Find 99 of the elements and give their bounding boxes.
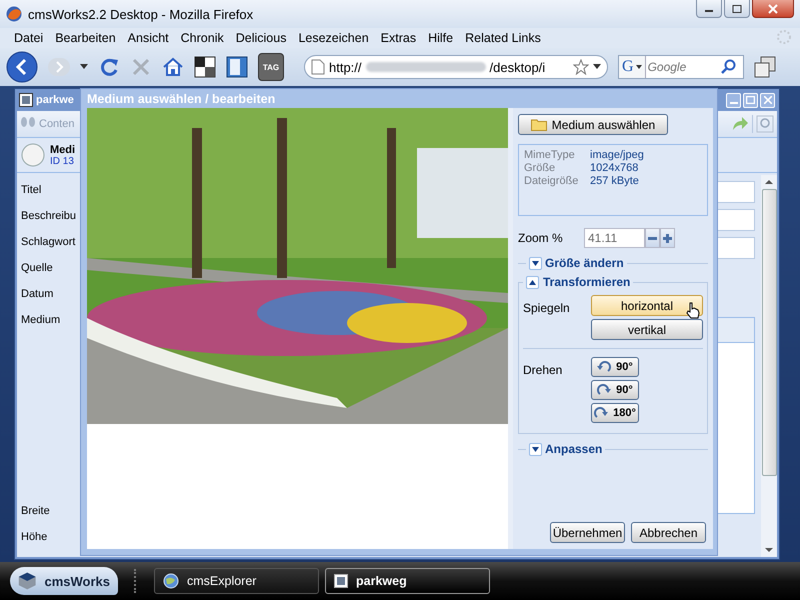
dialog-button[interactable]: Übernehmen (550, 522, 625, 543)
menu-item[interactable]: Bearbeiten (49, 31, 122, 45)
input-field[interactable] (717, 209, 755, 231)
rotate-right-icon (597, 384, 612, 396)
mirror-button[interactable]: vertikal (591, 319, 703, 340)
reload-icon[interactable] (98, 56, 120, 78)
caret-icon[interactable] (593, 64, 601, 70)
select-medium-button[interactable]: Medium auswählen (518, 114, 668, 135)
menu-item[interactable]: Hilfe (422, 31, 460, 45)
caret-icon[interactable] (80, 64, 88, 70)
down-arrow-icon (532, 446, 539, 452)
scroll-down-icon[interactable] (765, 547, 773, 553)
maximize-icon (732, 4, 742, 12)
group-label: Drehen (523, 362, 564, 379)
mirror-button[interactable]: horizontal (591, 295, 703, 316)
bookmark-icon[interactable] (226, 56, 248, 78)
info-label: MimeType (524, 149, 576, 161)
menu-item[interactable]: Lesezeichen (292, 31, 375, 45)
section-title: Größe ändern (545, 256, 624, 270)
home-icon[interactable] (162, 56, 184, 78)
url-text: http:// (329, 60, 362, 74)
field-label: Schlagwort (21, 236, 76, 250)
collapse-toggle[interactable] (526, 276, 539, 288)
start-button[interactable]: cmsWorks (10, 567, 118, 595)
rotate-button[interactable]: 180° (591, 403, 639, 423)
collapse-toggle[interactable] (529, 442, 542, 456)
input-field[interactable] (717, 237, 755, 259)
checker-bookmark-icon[interactable] (194, 56, 216, 78)
taskbar-button[interactable]: cmsExplorer (154, 568, 319, 594)
loading-throbber-icon (776, 28, 792, 44)
record-title: Medi (50, 144, 76, 156)
close-button[interactable] (752, 0, 794, 18)
url-text: /desktop/i (490, 60, 546, 74)
scrollbar[interactable] (761, 175, 777, 557)
menu-item[interactable]: Related Links (459, 31, 547, 45)
down-arrow-icon (532, 260, 539, 266)
info-value: 1024x768 (590, 162, 640, 174)
field-label: Titel (21, 184, 42, 198)
browser-logo-icon (6, 6, 22, 22)
taskbar-button[interactable]: parkweg (325, 568, 490, 594)
close-icon (764, 96, 772, 104)
address-field[interactable]: http:// /desktop/i (304, 55, 608, 79)
rotate-button[interactable]: 90° (591, 357, 639, 377)
info-label: Dateigröße (524, 175, 580, 187)
info-label: Größe (524, 162, 556, 174)
minus-icon (648, 236, 657, 240)
rotate-button[interactable]: 90° (591, 380, 639, 400)
maximize-icon (746, 96, 755, 104)
record-id: ID 13 (50, 156, 75, 166)
folder-icon (530, 118, 547, 131)
menu-item[interactable]: Datei (8, 31, 50, 45)
zoom-label: Zoom % (518, 231, 564, 245)
field-label: Datum (21, 288, 54, 302)
up-arrow-icon (529, 280, 536, 284)
section-title: Anpassen (545, 442, 602, 456)
maximize-button[interactable] (724, 0, 750, 18)
menu-item[interactable]: Chronik (174, 31, 230, 45)
dialog-button[interactable]: Abbrechen (631, 522, 706, 543)
image-icon (19, 93, 33, 107)
search-icon[interactable] (720, 59, 736, 75)
dialog-title: Medium auswählen / bearbeiten (87, 92, 276, 106)
cube-icon (18, 570, 36, 592)
collapse-toggle[interactable] (529, 256, 542, 270)
group-label: Spiegeln (523, 300, 571, 317)
search-engine-button[interactable]: G (619, 56, 646, 78)
taskbar-separator (134, 569, 138, 593)
window-title: cmsWorks2.2 Desktop - Mozilla Firefox (28, 6, 254, 22)
hand-cursor-icon (686, 302, 700, 320)
field-label: Quelle (21, 262, 53, 276)
star-icon[interactable] (573, 59, 589, 75)
field-label: Medium (21, 314, 60, 328)
info-value: image/jpeg (590, 149, 645, 161)
section-title: Transformieren (543, 275, 630, 289)
window-stack-icon[interactable] (754, 56, 776, 78)
input-field[interactable] (717, 181, 755, 203)
globe-icon (163, 573, 179, 589)
plus-icon (663, 234, 672, 242)
menu-item[interactable]: Delicious (230, 31, 292, 45)
minimize-button[interactable] (696, 0, 722, 18)
menu-item[interactable]: Ansicht (122, 31, 175, 45)
field-label: Beschreibu (21, 210, 76, 224)
info-value: 257 kByte (590, 175, 640, 187)
back-icon[interactable] (6, 51, 38, 83)
avatar-icon (21, 143, 45, 167)
zoom-in-button[interactable] (660, 228, 675, 248)
field-label: Breite (21, 505, 50, 519)
menu-item[interactable]: Extras (374, 31, 422, 45)
window-title: parkwe (36, 94, 74, 106)
field-label: Höhe (21, 531, 48, 545)
page-icon (311, 59, 325, 75)
image-icon (334, 574, 348, 588)
search-box[interactable]: G Google (618, 55, 744, 79)
zoom-out-button[interactable] (645, 228, 660, 248)
rotate-left-icon (597, 361, 612, 373)
caret-icon (636, 65, 642, 69)
scroll-up-icon[interactable] (765, 179, 773, 185)
rotate-right-icon (594, 407, 608, 419)
close-icon (768, 4, 778, 14)
tag-button[interactable]: TAG (258, 53, 284, 81)
